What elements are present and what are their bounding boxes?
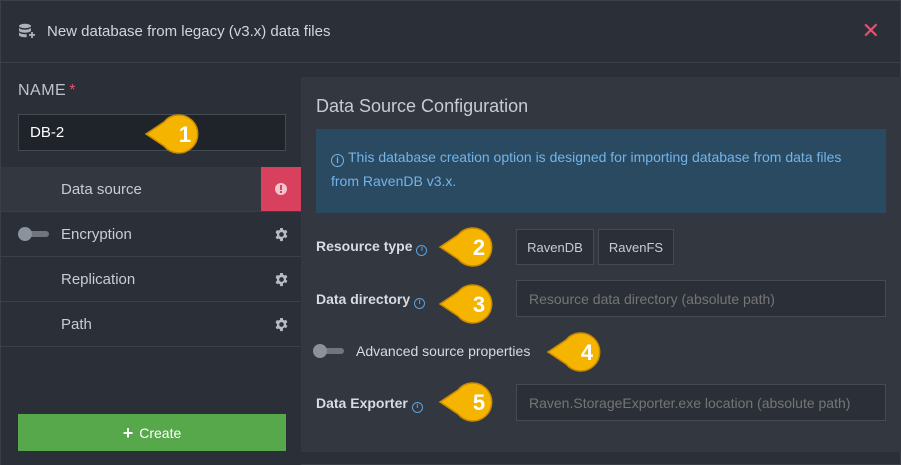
callout-number: 4: [581, 340, 594, 365]
alert-icon: [275, 183, 287, 195]
data-directory-label: Data directory i: [316, 291, 426, 309]
step-path[interactable]: Path: [1, 302, 301, 347]
step-settings[interactable]: [261, 302, 301, 346]
callout-marker-2: 2: [438, 227, 493, 267]
resource-type-ravendb-button[interactable]: RavenDB: [516, 229, 594, 265]
callout-number: 1: [179, 122, 191, 147]
resource-type-label-text: Resource type: [316, 238, 413, 254]
advanced-source-toggle[interactable]: [313, 344, 344, 358]
name-label-text: NAME: [18, 82, 67, 99]
dialog-title: New database from legacy (v3.x) data fil…: [47, 23, 331, 40]
advanced-source-label: Advanced source properties: [356, 343, 531, 359]
step-data-source[interactable]: Data source: [1, 167, 301, 212]
step-encryption[interactable]: Encryption: [1, 212, 301, 257]
plus-icon: +: [122, 422, 134, 443]
data-directory-input[interactable]: [516, 280, 886, 317]
data-exporter-input[interactable]: [516, 384, 886, 421]
callout-number: 2: [473, 235, 485, 260]
callout-number: 3: [473, 292, 485, 317]
gear-icon: [275, 227, 287, 241]
section-title: Data Source Configuration: [316, 96, 529, 116]
data-source-panel: Data Source Configuration i This database…: [301, 77, 901, 452]
gear-icon: [275, 272, 287, 286]
step-label: Path: [61, 316, 92, 333]
database-add-icon: [19, 23, 35, 38]
info-icon[interactable]: i: [411, 402, 423, 413]
gear-icon: [275, 317, 287, 331]
callout-marker-3: 3: [438, 284, 493, 324]
encryption-toggle[interactable]: [18, 227, 49, 241]
step-settings[interactable]: [261, 257, 301, 301]
step-replication[interactable]: Replication: [1, 257, 301, 302]
step-list: Data source Encryption Replication Path: [1, 167, 301, 347]
create-button-label: Create: [139, 424, 182, 441]
data-exporter-label-text: Data Exporter: [316, 395, 408, 411]
info-icon[interactable]: i: [414, 298, 426, 309]
name-label: NAME *: [18, 82, 76, 100]
step-label: Replication: [61, 271, 136, 288]
close-icon[interactable]: ✕: [862, 20, 880, 42]
resource-type-label: Resource type i: [316, 238, 428, 256]
callout-marker-5: 5: [438, 382, 493, 422]
create-button[interactable]: + Create: [18, 414, 286, 451]
required-mark: *: [69, 82, 76, 99]
step-label: Encryption: [61, 226, 132, 243]
info-text: This database creation option is designe…: [331, 149, 842, 189]
create-database-dialog: New database from legacy (v3.x) data fil…: [0, 0, 901, 465]
resource-type-ravenfs-button[interactable]: RavenFS: [598, 229, 674, 265]
step-status: [261, 167, 301, 211]
data-exporter-label: Data Exporter i: [316, 395, 423, 413]
info-icon: i: [331, 154, 344, 167]
callout-number: 5: [473, 390, 485, 415]
dialog-header: New database from legacy (v3.x) data fil…: [1, 1, 900, 63]
step-settings[interactable]: [261, 212, 301, 256]
data-directory-label-text: Data directory: [316, 291, 411, 307]
info-icon[interactable]: i: [416, 245, 428, 256]
step-label: Data source: [61, 181, 142, 198]
callout-marker-1: 1: [144, 114, 199, 154]
info-box: i This database creation option is design…: [316, 129, 886, 213]
callout-marker-4: 4: [546, 332, 601, 372]
